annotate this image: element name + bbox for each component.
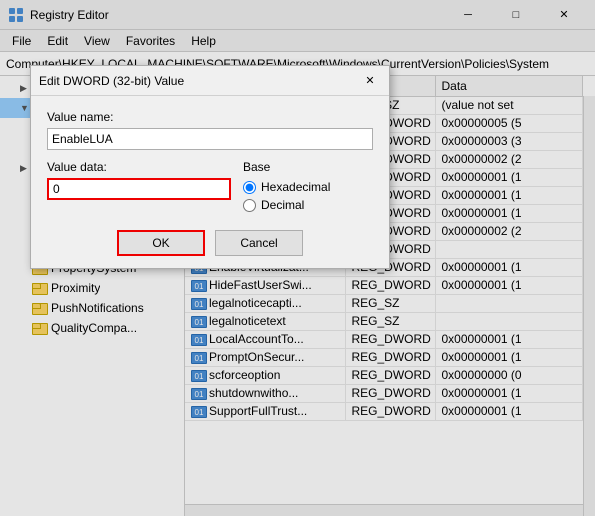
cancel-button[interactable]: Cancel <box>215 230 303 256</box>
ok-button[interactable]: OK <box>117 230 205 256</box>
dialog-buttons: OK Cancel <box>47 230 373 256</box>
value-name-label: Value name: <box>47 110 373 124</box>
edit-dword-dialog: Edit DWORD (32-bit) Value ✕ Value name: … <box>30 65 390 269</box>
dialog-close-button[interactable]: ✕ <box>359 70 381 92</box>
hexadecimal-radio[interactable] <box>243 181 256 194</box>
value-data-label: Value data: <box>47 160 231 174</box>
hexadecimal-label: Hexadecimal <box>261 180 330 194</box>
decimal-label: Decimal <box>261 198 304 212</box>
value-name-input[interactable] <box>47 128 373 150</box>
dialog-title-bar: Edit DWORD (32-bit) Value ✕ <box>31 66 389 96</box>
hexadecimal-row: Hexadecimal <box>243 180 373 194</box>
decimal-row: Decimal <box>243 198 373 212</box>
value-data-section: Value data: <box>47 160 231 200</box>
value-data-input[interactable] <box>47 178 231 200</box>
base-section: Base Hexadecimal Decimal <box>243 160 373 216</box>
base-label: Base <box>243 160 373 174</box>
dialog-row: Value data: Base Hexadecimal Decimal <box>47 160 373 216</box>
decimal-radio[interactable] <box>243 199 256 212</box>
dialog-title: Edit DWORD (32-bit) Value <box>39 74 359 88</box>
dialog-body: Value name: Value data: Base Hexadecimal… <box>31 96 389 268</box>
